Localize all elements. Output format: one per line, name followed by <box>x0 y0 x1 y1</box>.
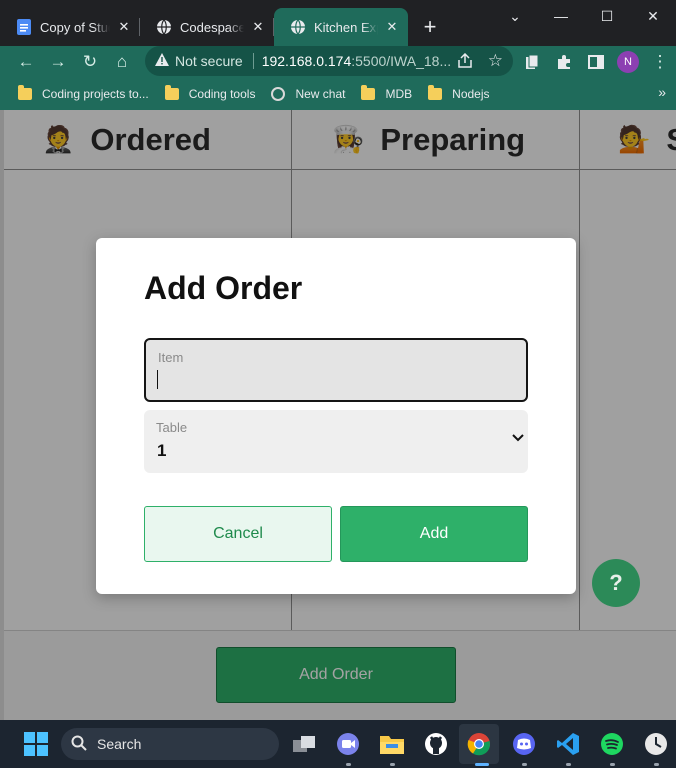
running-indicator <box>346 763 351 766</box>
item-label: Item <box>158 350 184 365</box>
more-bookmarks-icon[interactable]: » <box>658 84 666 100</box>
forward-icon[interactable]: → <box>42 46 74 78</box>
close-tab-icon[interactable]: ✕ <box>384 19 400 35</box>
tab-title: Kitchen Express <box>314 19 378 35</box>
close-tab-icon[interactable]: ✕ <box>250 19 266 35</box>
bookmark-nodejs[interactable]: Nodejs <box>428 85 490 101</box>
bookmark-label: Coding projects to... <box>42 87 149 101</box>
folder-icon <box>361 85 376 100</box>
tab-title: Codespace LMS <box>180 19 244 35</box>
tab-title: Copy of Student <box>40 19 110 35</box>
github-icon[interactable] <box>422 730 450 758</box>
vscode-icon[interactable] <box>554 730 582 758</box>
spotify-icon[interactable] <box>598 730 626 758</box>
maximize-icon[interactable]: ☐ <box>584 0 630 32</box>
profile-avatar[interactable]: N <box>617 51 639 73</box>
running-indicator <box>654 763 659 766</box>
table-label: Table <box>156 420 188 435</box>
globe-icon <box>290 19 306 35</box>
bookmark-coding-projects[interactable]: Coding projects to... <box>18 85 149 101</box>
windows-start-icon[interactable] <box>22 730 50 758</box>
bookmark-label: MDB <box>385 87 413 101</box>
warning-icon[interactable] <box>155 53 169 69</box>
file-explorer-icon[interactable] <box>378 730 406 758</box>
side-panel-icon[interactable] <box>580 46 612 78</box>
menu-kebab-icon[interactable]: ⋮ <box>644 46 676 78</box>
folder-icon <box>428 85 443 100</box>
tab-copy-of-student[interactable]: Copy of Student ✕ <box>0 8 140 46</box>
globe-icon <box>156 19 172 35</box>
close-window-icon[interactable]: ✕ <box>630 0 676 32</box>
add-button[interactable]: Add <box>340 506 528 562</box>
chevron-down-icon <box>512 430 524 448</box>
clock-app-icon[interactable] <box>642 730 670 758</box>
modal-title: Add Order <box>144 270 303 306</box>
item-input[interactable]: Item <box>144 338 528 402</box>
minimize-icon[interactable]: — <box>538 0 584 32</box>
home-icon[interactable]: ⌂ <box>106 46 138 78</box>
teams-chat-icon[interactable] <box>334 730 362 758</box>
folder-icon <box>18 85 32 100</box>
bookmarks-bar: Coding projects to... Coding tools New c… <box>0 78 676 110</box>
back-icon[interactable]: ← <box>10 46 42 78</box>
discord-icon[interactable] <box>510 730 538 758</box>
chrome-icon[interactable] <box>465 730 493 758</box>
search-icon <box>71 735 87 754</box>
folder-icon <box>164 85 179 100</box>
tab-codespace[interactable]: Codespace LMS ✕ <box>140 8 274 46</box>
running-indicator <box>522 763 527 766</box>
help-button[interactable]: ? <box>592 559 640 607</box>
running-indicator <box>610 763 615 766</box>
tab-strip: Copy of Student ✕ Codespace LMS ✕ Kitche… <box>0 8 444 46</box>
tab-kitchen-express[interactable]: Kitchen Express ✕ <box>274 8 408 46</box>
bookmark-label: Coding tools <box>188 87 256 101</box>
table-select[interactable]: Table 1 <box>144 410 528 473</box>
table-value: 1 <box>157 441 167 460</box>
security-label[interactable]: Not secure <box>175 53 243 69</box>
browser-titlebar: Copy of Student ✕ Codespace LMS ✕ Kitche… <box>0 0 676 46</box>
cancel-button[interactable]: Cancel <box>144 506 332 562</box>
browser-toolbar: ← → ↻ ⌂ Not secure 192.168.0.174:5500/IW… <box>0 46 676 78</box>
running-indicator <box>475 763 489 766</box>
address-bar[interactable]: Not secure 192.168.0.174:5500/IWA_18... … <box>145 46 513 76</box>
tab-search-icon[interactable]: ⌄ <box>492 0 538 32</box>
chatgpt-icon <box>271 87 286 101</box>
windows-taskbar: Search <box>0 720 676 768</box>
search-label: Search <box>97 736 142 752</box>
extensions-icon[interactable] <box>548 46 580 78</box>
toolbar-right: N ⋮ <box>516 46 676 78</box>
bookmark-label: Nodejs <box>452 87 490 101</box>
task-view-icon[interactable] <box>290 730 318 758</box>
new-tab-icon[interactable]: + <box>416 8 444 46</box>
bookmark-star-icon[interactable]: ☆ <box>488 51 503 71</box>
bookmark-mdb[interactable]: MDB <box>361 85 413 101</box>
close-tab-icon[interactable]: ✕ <box>116 19 132 35</box>
running-indicator <box>390 763 395 766</box>
add-order-modal: Add Order Item Table 1 Cancel Add <box>96 238 576 594</box>
share-icon[interactable] <box>457 52 473 72</box>
clipboard-icon[interactable] <box>516 46 548 78</box>
url-text[interactable]: 192.168.0.174:5500/IWA_18... <box>262 53 451 69</box>
divider <box>252 53 254 69</box>
url-host: 192.168.0.174 <box>261 53 352 69</box>
window-controls: ⌄ — ☐ ✕ <box>492 0 676 32</box>
taskbar-search[interactable]: Search <box>61 728 279 760</box>
reload-icon[interactable]: ↻ <box>74 46 106 78</box>
bookmark-label: New chat <box>295 87 346 101</box>
text-caret <box>157 370 158 389</box>
bookmark-new-chat[interactable]: New chat <box>271 87 345 101</box>
url-path: :5500/IWA_18... <box>351 53 452 69</box>
bookmark-coding-tools[interactable]: Coding tools <box>164 85 256 101</box>
docs-icon <box>16 19 32 35</box>
running-indicator <box>566 763 571 766</box>
